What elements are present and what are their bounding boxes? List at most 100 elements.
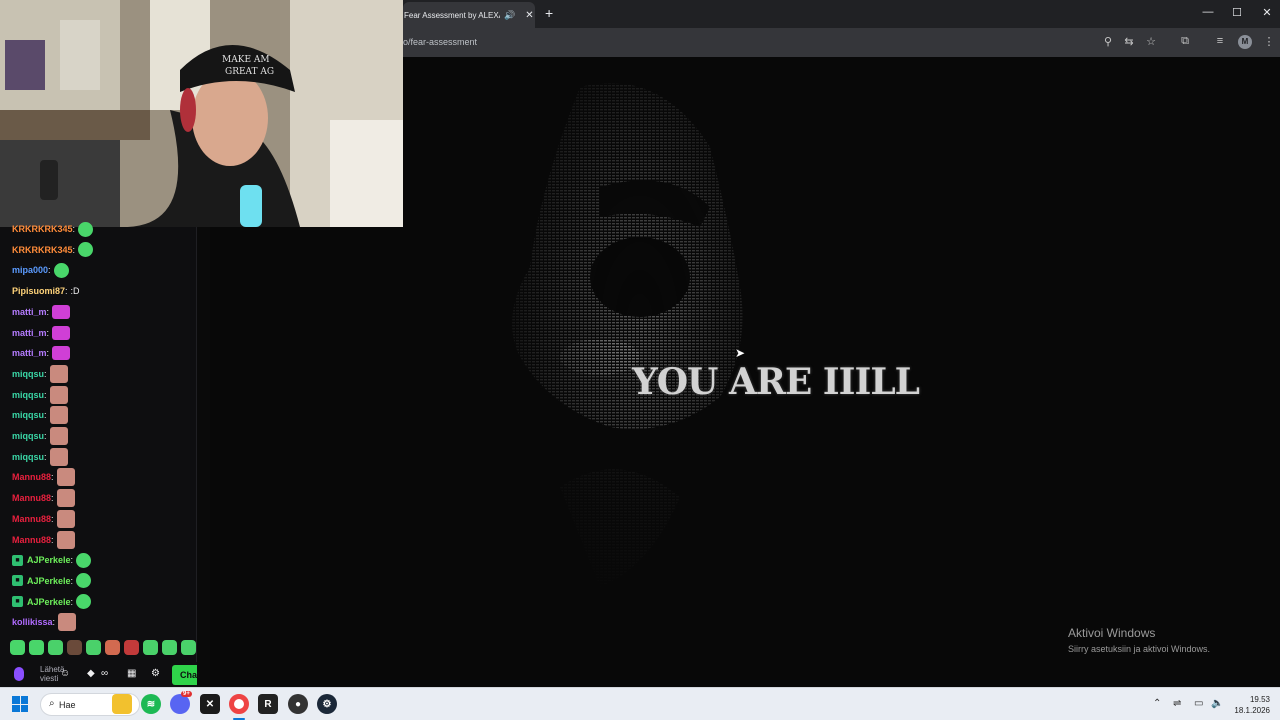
chat-send-button[interactable]: Chat — [172, 665, 200, 685]
chat-message: KRKRKRK345: — [12, 219, 94, 239]
emote-icon[interactable] — [162, 640, 177, 655]
emote-icon[interactable] — [86, 640, 101, 655]
chat-username[interactable]: Mannu88 — [12, 472, 51, 482]
profile-avatar[interactable]: M — [1238, 35, 1252, 49]
new-tab-button[interactable]: + — [545, 5, 553, 21]
chat-username[interactable]: AJPerkele — [27, 597, 71, 607]
browser-menu-icon[interactable]: ⋮ — [1261, 35, 1277, 48]
capcut-icon[interactable]: ✕ — [200, 694, 220, 714]
network-status-icon[interactable]: ⇌ — [1173, 698, 1181, 709]
chat-emote-icon[interactable] — [49, 406, 68, 425]
chat-emote-icon[interactable] — [76, 594, 92, 610]
spotify-icon[interactable]: ≋ — [141, 694, 161, 714]
chat-username[interactable]: mipa000 — [12, 265, 48, 275]
chat-emote-icon[interactable] — [56, 509, 75, 528]
chat-emote-icon[interactable] — [52, 304, 71, 319]
media-controls-icon[interactable]: ≡ — [1212, 35, 1228, 47]
maximize-icon[interactable]: ☐ — [1229, 6, 1245, 19]
address-bar[interactable]: o/fear-assessment — [403, 37, 477, 47]
chat-username[interactable]: Pipisuomi87 — [12, 286, 65, 296]
chat-colon: : — [70, 575, 74, 586]
tray-overflow-icon[interactable]: ⌃ — [1153, 698, 1161, 709]
minimize-icon[interactable]: — — [1200, 6, 1216, 18]
file-explorer-icon[interactable] — [112, 694, 132, 714]
chat-username[interactable]: AJPerkele — [27, 576, 71, 586]
monitor-icon[interactable]: ▭ — [1194, 698, 1203, 709]
chat-username[interactable]: Mannu88 — [12, 493, 51, 503]
chat-message: Mannu88: — [12, 530, 75, 550]
chat-username[interactable]: AJPerkele — [27, 555, 71, 565]
chat-emote-icon[interactable] — [78, 242, 94, 258]
emote-icon[interactable] — [181, 640, 196, 655]
chat-username[interactable]: KRKRKRK345 — [12, 224, 73, 234]
chat-emote-icon[interactable] — [76, 552, 92, 568]
browser-tab[interactable]: Fear Assessment by ALEXAI 🔊 ✕ — [403, 2, 535, 28]
speaker-icon[interactable]: 🔊 — [504, 10, 515, 21]
chat-username[interactable]: matti_m — [12, 307, 47, 317]
emote-icon[interactable] — [124, 640, 139, 655]
volume-icon[interactable]: 🔈 — [1211, 698, 1223, 709]
chat-emote-icon[interactable] — [49, 447, 68, 466]
chat-username[interactable]: KRKRKRK345 — [12, 245, 73, 255]
chrome-icon[interactable] — [229, 694, 249, 714]
emote-icon[interactable] — [143, 640, 158, 655]
chat-emote-icon[interactable] — [49, 427, 68, 445]
browser-toolbar: o/fear-assessment ⚲ ⇆ ☆ ⧉ ≡ M ⋮ — [403, 28, 1280, 57]
chat-emote-icon[interactable] — [49, 364, 68, 383]
subscriber-badge-icon[interactable]: ■ — [12, 575, 23, 587]
windows-taskbar: ⌕ Hae ≋ 9+ ✕ R ● ⚙ ⌃ ⇌ ▭ 🔈 19.53 18.1.20… — [0, 687, 1280, 720]
translate-icon[interactable]: ⇆ — [1121, 35, 1137, 48]
taskbar-clock[interactable]: 19.53 18.1.2026 — [1230, 694, 1270, 716]
chat-colon: : — [51, 472, 54, 483]
subscriber-badge-icon[interactable]: ■ — [12, 554, 23, 566]
chat-username[interactable]: miqqsu — [12, 452, 44, 462]
chat-colon: : — [70, 596, 74, 607]
subscriber-badge-icon[interactable]: ■ — [12, 596, 23, 608]
close-tab-icon[interactable]: ✕ — [525, 10, 533, 21]
chat-username[interactable]: matti_m — [12, 328, 47, 338]
steam-icon[interactable]: ⚙ — [317, 694, 337, 714]
microphone-icon[interactable] — [14, 667, 24, 681]
emote-icon[interactable] — [29, 640, 44, 655]
emoji-icon[interactable]: ☺ — [60, 668, 70, 679]
location-icon[interactable]: ⚲ — [1100, 35, 1116, 48]
chat-emote-icon[interactable] — [56, 489, 75, 508]
emote-icon[interactable] — [48, 640, 63, 655]
extensions-icon[interactable]: ⧉ — [1177, 35, 1193, 48]
chat-colon: : — [51, 534, 54, 545]
chat-username[interactable]: matti_m — [12, 348, 47, 358]
emote-icon[interactable] — [105, 640, 120, 655]
store-icon[interactable]: ▦ — [127, 668, 136, 679]
chat-colon: : — [72, 244, 76, 255]
emote-icon[interactable] — [10, 640, 25, 655]
chat-emote-icon[interactable] — [78, 221, 94, 237]
chat-username[interactable]: miqqsu — [12, 390, 44, 400]
chat-username[interactable]: miqqsu — [12, 431, 44, 441]
chat-username[interactable]: Mannu88 — [12, 535, 51, 545]
chat-emote-icon[interactable] — [52, 325, 71, 340]
infinity-icon[interactable]: ∞ — [101, 668, 108, 679]
chat-emote-icon[interactable] — [76, 573, 92, 589]
browser-tab-bar: Fear Assessment by ALEXAI 🔊 ✕ + — ☐ ✕ — [403, 0, 1280, 28]
chat-username[interactable]: kollikissa — [12, 617, 53, 627]
chat-colon: : — [44, 368, 47, 379]
chat-username[interactable]: miqqsu — [12, 410, 44, 420]
bookmark-star-icon[interactable]: ☆ — [1143, 35, 1159, 48]
windows-start-icon[interactable] — [12, 696, 28, 712]
chat-settings-gear-icon[interactable]: ⚙ — [151, 668, 160, 679]
bits-icon[interactable]: ◆ — [87, 668, 95, 679]
chat-emote-icon[interactable] — [52, 346, 71, 361]
emote-icon[interactable] — [67, 640, 82, 655]
chat-emote-icon[interactable] — [49, 385, 68, 404]
chat-emote-icon[interactable] — [56, 468, 75, 487]
app-r-icon[interactable]: R — [258, 694, 278, 714]
chat-username[interactable]: miqqsu — [12, 369, 44, 379]
discord-icon[interactable]: 9+ — [170, 691, 192, 714]
chat-emote-icon[interactable] — [56, 530, 75, 549]
obs-icon[interactable]: ● — [288, 694, 308, 714]
chat-emote-icon[interactable] — [53, 262, 69, 278]
chat-emote-icon[interactable] — [58, 613, 77, 632]
chat-username[interactable]: Mannu88 — [12, 514, 51, 524]
chat-message: ■ AJPerkele: — [12, 550, 92, 570]
window-close-icon[interactable]: ✕ — [1259, 6, 1275, 19]
